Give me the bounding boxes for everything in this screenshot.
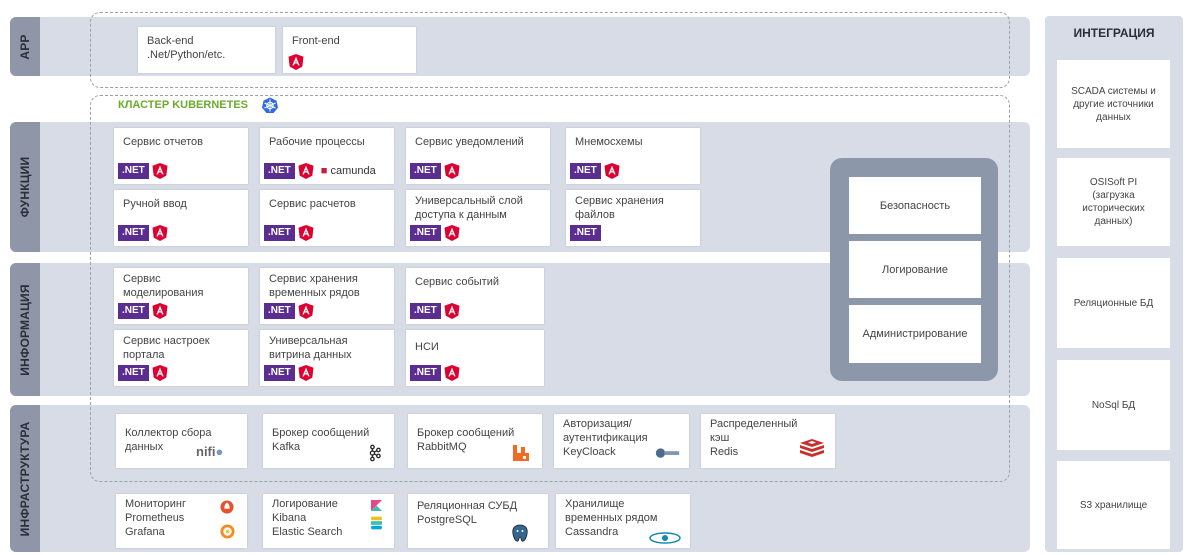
frontend-card: Front-end [283, 27, 416, 73]
events-service-card: Сервис событий .NET [406, 268, 544, 324]
data-showcase-card: Универсальная витрина данных .NET [260, 330, 394, 386]
reports-service-card: Сервис отчетов .NET [114, 128, 248, 184]
data-access-layer-card: Универсальный слой доступа к данным .NET [406, 190, 550, 246]
angular-icon [298, 225, 314, 241]
relational-db-card: Реляционные БД [1057, 258, 1170, 348]
portal-settings-card: Сервис настроек портала .NET [114, 330, 248, 386]
cassandra-icon [649, 532, 681, 544]
angular-icon [298, 303, 314, 319]
angular-icon [152, 303, 168, 319]
dotnet-badge: .NET [118, 163, 149, 179]
manual-input-card: Ручной ввод .NET [114, 190, 248, 246]
angular-icon [444, 365, 460, 381]
angular-icon [444, 225, 460, 241]
kafka-icon [369, 444, 381, 462]
angular-icon [288, 54, 304, 70]
notifications-service-card: Сервис уведомлений .NET [406, 128, 550, 184]
s3-storage-card: S3 хранилище [1057, 461, 1170, 549]
camunda-logo: ■ camunda [320, 165, 376, 177]
kubernetes-icon [262, 97, 278, 113]
scada-card: SCADA системы и другие источники данных [1057, 60, 1170, 148]
integration-title: ИНТЕГРАЦИЯ [1073, 26, 1155, 40]
grafana-icon [220, 524, 235, 539]
angular-icon [152, 225, 168, 241]
dotnet-badge: .NET [118, 303, 149, 319]
workflows-card: Рабочие процессы .NET ■ camunda [260, 128, 394, 184]
file-storage-card: Сервис хранения файлов .NET [566, 190, 700, 246]
prometheus-icon [220, 500, 234, 514]
dotnet-badge: .NET [410, 163, 441, 179]
logging-stack-card: Логирование Kibana Elastic Search [263, 494, 394, 548]
cassandra-card: Хранилище временных рядом Cassandra [556, 494, 690, 548]
auth-card: Авторизация/ аутентификация KeyCloack [554, 414, 689, 468]
dotnet-badge: .NET [410, 365, 441, 381]
dotnet-badge: .NET [570, 225, 601, 241]
dotnet-badge: .NET [118, 225, 149, 241]
kafka-broker-card: Брокер сообщений Kafka [263, 414, 394, 468]
postgresql-card: Реляционная СУБД PostgreSQL [408, 494, 548, 548]
angular-icon [604, 163, 620, 179]
rabbitmq-broker-card: Брокер сообщений RabbitMQ [408, 414, 542, 468]
cluster-title: КЛАСТЕР KUBERNETES [118, 99, 249, 111]
osisoft-card: OSISoft PI (загрузка исторических данных… [1057, 158, 1170, 246]
elasticsearch-icon [371, 516, 382, 530]
postgresql-icon [512, 524, 528, 542]
dotnet-badge: .NET [264, 163, 295, 179]
redis-icon [800, 439, 824, 457]
mnemo-card: Мнемосхемы .NET [566, 128, 700, 184]
calc-service-card: Сервис расчетов .NET [260, 190, 394, 246]
nifi-logo: nifi● [196, 444, 224, 459]
angular-icon [152, 163, 168, 179]
angular-icon [298, 163, 314, 179]
redis-cache-card: Распределенный кэш Redis [701, 414, 835, 468]
dotnet-badge: .NET [410, 225, 441, 241]
dotnet-badge: .NET [570, 163, 601, 179]
modeling-service-card: Сервис моделирования .NET [114, 268, 248, 324]
logging-card: Логирование [849, 241, 981, 298]
monitoring-card: Мониторинг Prometheus Grafana [116, 494, 247, 548]
dotnet-badge: .NET [264, 365, 295, 381]
dotnet-badge: .NET [264, 225, 295, 241]
security-card: Безопасность [849, 177, 981, 234]
dotnet-badge: .NET [264, 303, 295, 319]
nosql-card: NoSql БД [1057, 360, 1170, 450]
nsi-card: НСИ .NET [406, 330, 544, 386]
data-collector-card: Коллектор сбора данных nifi● [116, 414, 247, 468]
rabbitmq-icon [513, 445, 529, 461]
angular-icon [444, 163, 460, 179]
angular-icon [444, 303, 460, 319]
keycloak-icon [655, 448, 680, 458]
backend-card: Back-end .Net/Python/etc. [138, 27, 275, 73]
infrastructure-band-label: ИНФРАСТРУКТУРА [10, 405, 40, 552]
functions-band-label: ФУНКЦИИ [10, 122, 40, 252]
app-band-label: APP [10, 17, 40, 76]
administration-card: Администрирование [849, 305, 981, 363]
angular-icon [298, 365, 314, 381]
timeseries-service-card: Сервис хранения временных рядов .NET [260, 268, 394, 324]
kibana-icon [371, 500, 382, 511]
dotnet-badge: .NET [118, 365, 149, 381]
information-band-label: ИНФОРМАЦИЯ [10, 263, 40, 396]
dotnet-badge: .NET [410, 303, 441, 319]
angular-icon [152, 365, 168, 381]
